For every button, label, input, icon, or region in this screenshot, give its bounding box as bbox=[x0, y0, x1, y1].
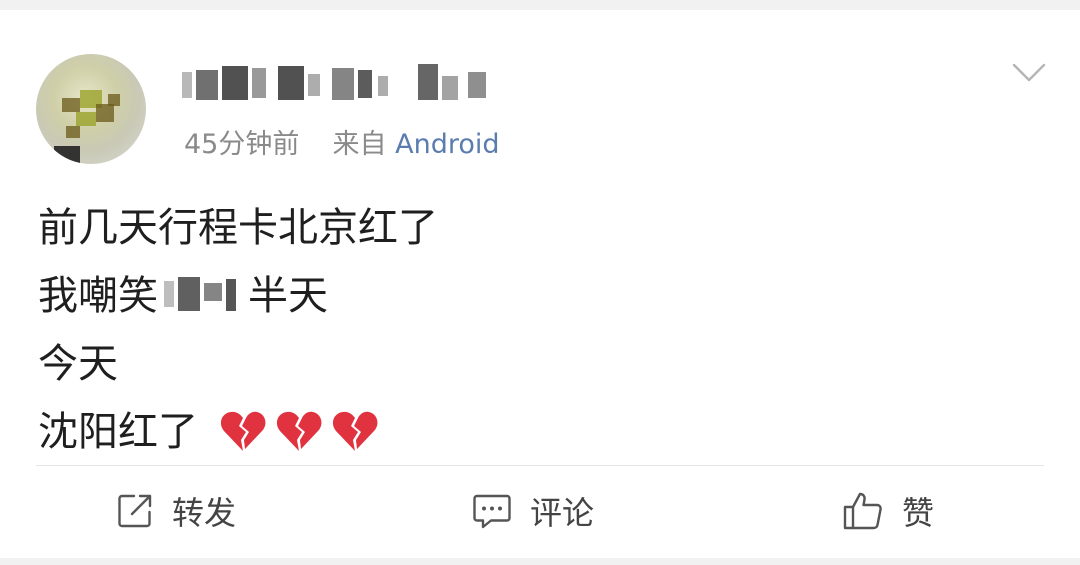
post-time: 45分钟前 bbox=[184, 129, 300, 160]
weibo-post-card: 45分钟前 来自 Android 前几天行程卡北京红了 我嘲笑 半天 今天 沈阳… bbox=[0, 10, 1080, 558]
like-label: 赞 bbox=[902, 494, 935, 532]
comment-label: 评论 bbox=[530, 494, 595, 532]
comment-icon bbox=[473, 494, 511, 529]
mosaic-redaction bbox=[158, 275, 248, 315]
post-line-text: 沈阳红了 bbox=[38, 409, 198, 455]
broken-heart-icon bbox=[276, 411, 322, 451]
divider bbox=[36, 465, 1044, 466]
comment-button[interactable]: 评论 bbox=[472, 486, 594, 536]
post-line: 沈阳红了 bbox=[38, 398, 438, 466]
post-meta: 45分钟前 来自 Android bbox=[184, 122, 500, 161]
post-line-text: 我嘲笑 bbox=[38, 273, 158, 319]
source-prefix: 来自 bbox=[332, 129, 387, 160]
username-blurred[interactable] bbox=[182, 60, 502, 110]
chevron-down-icon[interactable] bbox=[1012, 62, 1046, 84]
avatar[interactable] bbox=[36, 54, 146, 164]
repost-label: 转发 bbox=[172, 494, 237, 532]
repost-icon bbox=[118, 494, 152, 528]
post-line: 我嘲笑 半天 bbox=[38, 262, 438, 330]
post-line-text: 半天 bbox=[248, 273, 328, 319]
repost-button[interactable]: 转发 bbox=[116, 486, 236, 536]
post-line: 今天 bbox=[38, 341, 118, 387]
like-button[interactable]: 赞 bbox=[842, 486, 934, 536]
broken-heart-icon bbox=[220, 411, 266, 451]
thumbs-up-icon bbox=[843, 492, 882, 530]
post-line: 前几天行程卡北京红了 bbox=[38, 205, 438, 251]
broken-heart-icon bbox=[332, 411, 378, 451]
post-content: 前几天行程卡北京红了 我嘲笑 半天 今天 沈阳红了 bbox=[38, 194, 438, 466]
post-source[interactable]: Android bbox=[395, 129, 499, 160]
